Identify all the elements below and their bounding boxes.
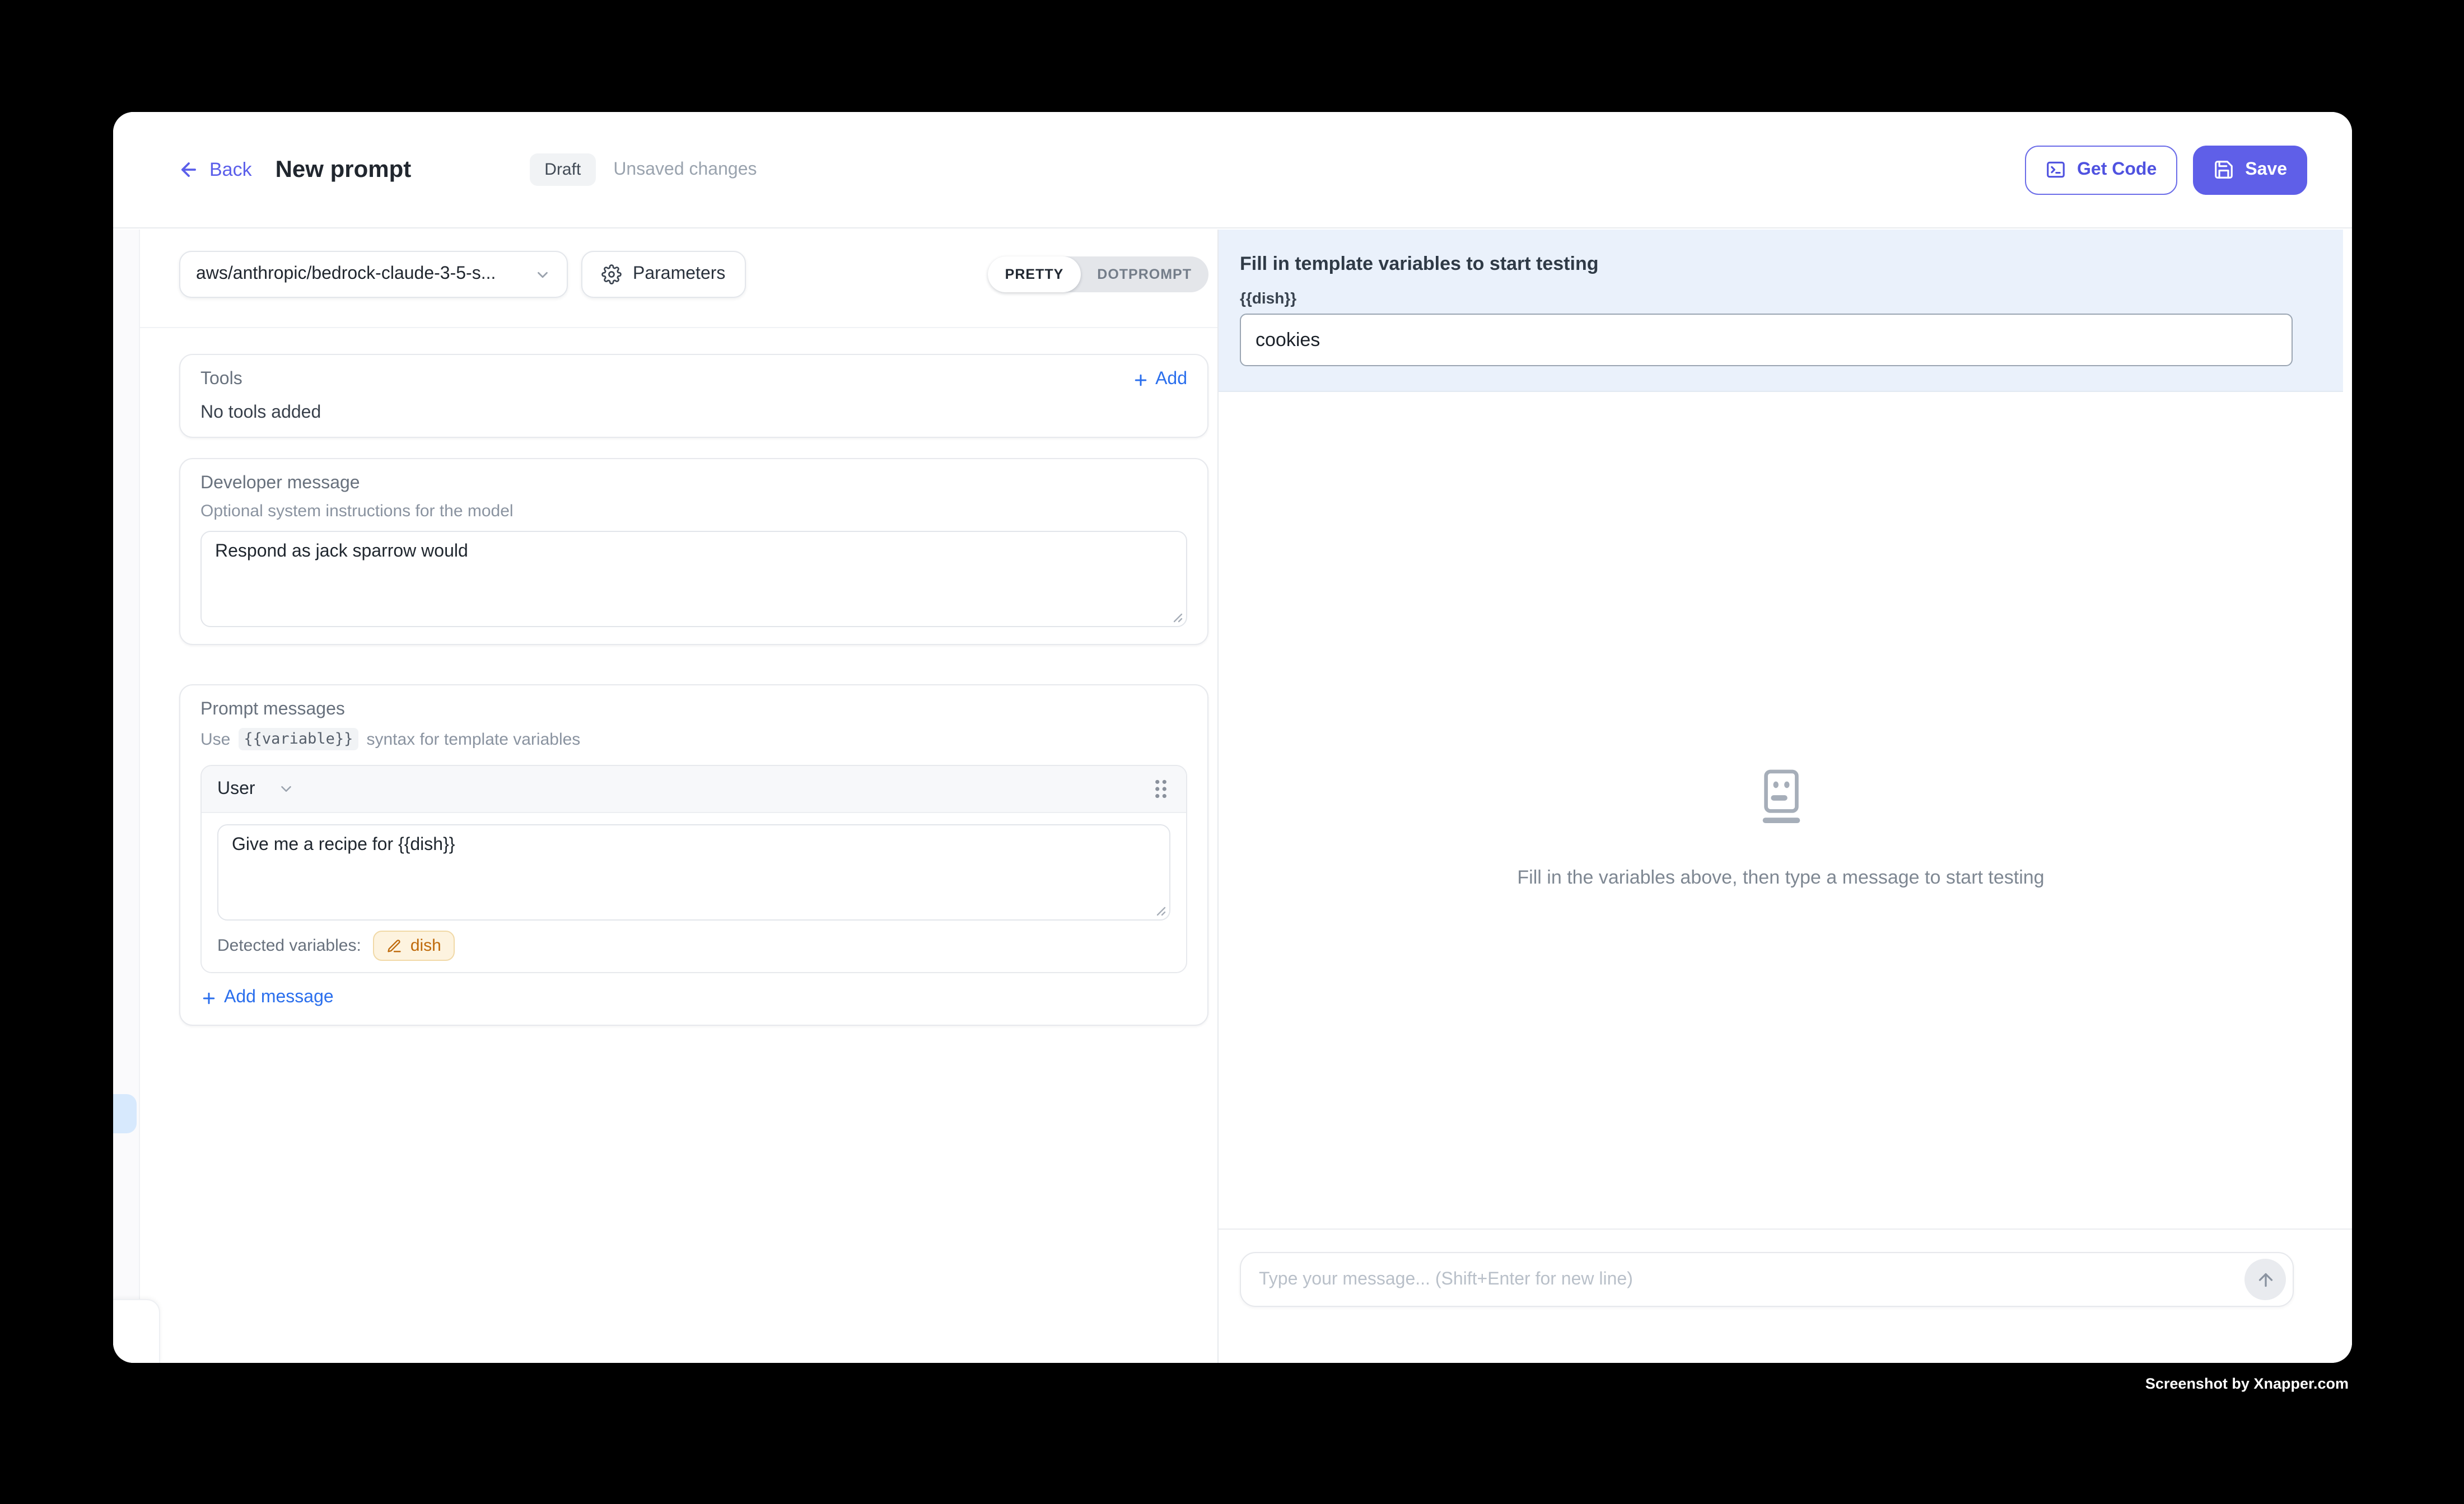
add-message-button[interactable]: Add message <box>200 988 1187 1008</box>
unsaved-changes-text: Unsaved changes <box>613 160 757 180</box>
gear-icon <box>601 264 622 284</box>
developer-message-subtitle: Optional system instructions for the mod… <box>200 502 1187 521</box>
plus-icon <box>200 989 217 1006</box>
save-button[interactable]: Save <box>2192 145 2307 194</box>
model-selector[interactable]: aws/anthropic/bedrock-claude-3-5-s... <box>179 251 568 298</box>
message-block: User Give me a recipe for {{dish}} <box>200 765 1187 973</box>
app-window: Back New prompt Draft Unsaved changes Ge… <box>113 112 2352 1363</box>
save-label: Save <box>2245 160 2287 180</box>
chat-input-bar <box>1240 1252 2294 1307</box>
terminal-icon <box>2045 159 2066 180</box>
chat-empty-state: Fill in the variables above, then type a… <box>1219 768 2343 889</box>
test-pane: Fill in template variables to start test… <box>1217 230 2352 1363</box>
get-code-button[interactable]: Get Code <box>2024 145 2177 194</box>
editor-cards: Tools Add No tools added Developer messa… <box>179 354 1208 1026</box>
status-badge: Draft <box>530 153 595 186</box>
variable-chip-label: dish <box>410 936 441 955</box>
screenshot-stage: Back New prompt Draft Unsaved changes Ge… <box>0 0 2464 1504</box>
app-body: aws/anthropic/bedrock-claude-3-5-s... Pa… <box>113 230 2352 1363</box>
developer-message-card: Developer message Optional system instru… <box>179 458 1208 645</box>
prompt-messages-title: Prompt messages <box>200 700 1187 720</box>
template-variables-title: Fill in template variables to start test… <box>1240 253 2321 275</box>
pencil-icon <box>387 938 403 954</box>
parameters-button[interactable]: Parameters <box>581 251 745 298</box>
arrow-up-icon <box>2255 1269 2275 1290</box>
corner-panel <box>113 1299 160 1363</box>
developer-message-title: Developer message <box>200 474 1187 494</box>
toolbar-divider <box>140 327 1217 328</box>
app-header: Back New prompt Draft Unsaved changes Ge… <box>113 112 2352 228</box>
developer-message-textarea[interactable]: Respond as jack sparrow would <box>200 531 1187 627</box>
variable-syntax-hint: Use {{variable}} syntax for template var… <box>200 728 1187 750</box>
robot-face-icon <box>1754 768 1807 825</box>
format-toggle: PRETTY DOTPROMPT <box>988 256 1208 292</box>
tools-empty-text: No tools added <box>200 403 1187 423</box>
user-message-textarea[interactable]: Give me a recipe for {{dish}} <box>217 824 1170 921</box>
chat-empty-text: Fill in the variables above, then type a… <box>1219 867 2343 889</box>
chevron-down-icon <box>534 266 551 283</box>
sidebar-active-indicator[interactable] <box>113 1094 137 1133</box>
parameters-label: Parameters <box>633 264 725 284</box>
role-selector-value: User <box>217 779 255 799</box>
hint-suffix: syntax for template variables <box>366 730 580 749</box>
detected-variables-label: Detected variables: <box>217 936 361 955</box>
dish-variable-input[interactable] <box>1240 314 2293 366</box>
send-message-button[interactable] <box>2244 1259 2286 1300</box>
drag-dots-icon[interactable] <box>1151 777 1170 801</box>
collapsed-sidebar-rail <box>113 230 140 1363</box>
message-body: Give me a recipe for {{dish}} Detected v… <box>202 813 1186 972</box>
prompt-editor-pane: aws/anthropic/bedrock-claude-3-5-s... Pa… <box>140 230 1217 1363</box>
floppy-disk-icon <box>2213 159 2234 180</box>
arrow-left-icon <box>178 159 199 180</box>
plus-icon <box>1132 371 1149 388</box>
add-tool-label: Add <box>1155 370 1187 390</box>
template-variables-section: Fill in template variables to start test… <box>1219 230 2343 392</box>
add-tool-button[interactable]: Add <box>1132 370 1187 390</box>
header-actions: Get Code Save <box>2024 145 2307 194</box>
tools-title: Tools <box>200 370 242 390</box>
role-selector[interactable]: User <box>217 779 295 799</box>
hint-prefix: Use <box>200 730 230 749</box>
chat-input-divider <box>1219 1229 2352 1230</box>
add-message-label: Add message <box>224 988 334 1008</box>
get-code-label: Get Code <box>2077 160 2157 180</box>
chat-message-input[interactable] <box>1259 1269 2244 1290</box>
variable-code-chip: {{variable}} <box>238 728 358 750</box>
page-title: New prompt <box>276 156 412 183</box>
model-selector-value: aws/anthropic/bedrock-claude-3-5-s... <box>196 264 496 284</box>
chevron-down-icon <box>278 781 295 797</box>
back-button[interactable]: Back <box>178 158 252 181</box>
detected-variables-row: Detected variables: dish <box>217 931 1170 961</box>
format-toggle-dotprompt[interactable]: DOTPROMPT <box>1080 256 1208 292</box>
variable-chip-dish[interactable]: dish <box>374 931 455 961</box>
prompt-messages-card: Prompt messages Use {{variable}} syntax … <box>179 684 1208 1026</box>
format-toggle-pretty[interactable]: PRETTY <box>988 256 1081 292</box>
model-toolbar: aws/anthropic/bedrock-claude-3-5-s... Pa… <box>179 251 1208 298</box>
dish-variable-label: {{dish}} <box>1240 289 2321 307</box>
tools-card: Tools Add No tools added <box>179 354 1208 438</box>
watermark-text: Screenshot by Xnapper.com <box>2145 1375 2349 1392</box>
message-header: User <box>202 766 1186 813</box>
back-label: Back <box>209 158 252 181</box>
